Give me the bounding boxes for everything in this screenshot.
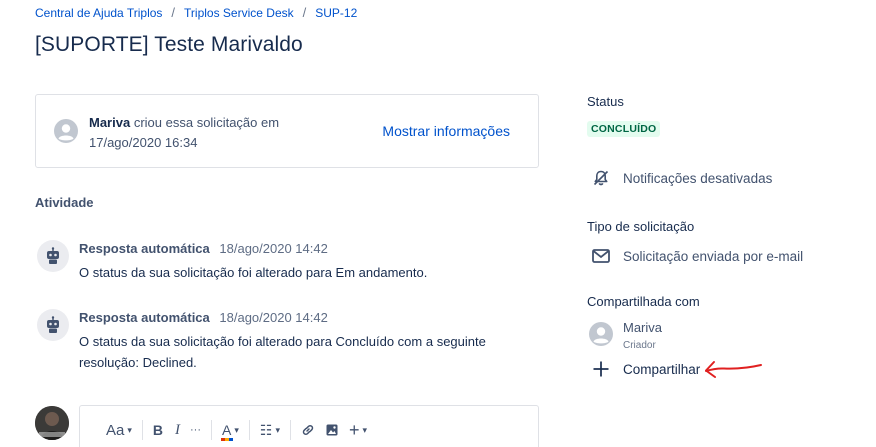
plus-icon <box>591 359 611 379</box>
status-label: Status <box>587 94 624 109</box>
activity-date: 18/ago/2020 14:42 <box>219 241 328 256</box>
plus-icon: + <box>348 419 360 440</box>
bullet-list-icon: ☷ <box>259 421 273 438</box>
bot-avatar-icon <box>37 240 69 272</box>
activity-date: 18/ago/2020 14:42 <box>219 310 328 325</box>
annotation-arrow-icon <box>705 361 762 378</box>
toolbar-divider <box>289 420 291 440</box>
chevron-down-icon: ▾ <box>127 424 132 435</box>
activity-author: Resposta automática <box>79 241 210 256</box>
bot-avatar-icon <box>37 309 69 341</box>
editor-toolbar: Aa ▾ B I ··· A ▾ ☷ ▾ + ▾ <box>106 420 367 441</box>
comment-editor[interactable]: Aa ▾ B I ··· A ▾ ☷ ▾ + ▾ <box>79 405 539 447</box>
creator-name: Mariva <box>89 115 131 130</box>
share-label: Compartilhar <box>623 361 701 377</box>
breadcrumb-separator: / <box>171 5 176 20</box>
request-info-card: Mariva criou essa solicitação em 17/ago/… <box>35 94 539 168</box>
status-badge: CONCLUÍDO <box>587 121 661 137</box>
shared-with-label: Compartilhada com <box>587 294 700 309</box>
image-button[interactable] <box>325 423 339 437</box>
toolbar-divider <box>141 420 143 440</box>
request-type-label: Tipo de solicitação <box>587 219 695 234</box>
breadcrumb-separator: / <box>302 5 307 20</box>
chevron-down-icon: ▾ <box>234 424 239 435</box>
toolbar-divider <box>211 420 213 440</box>
activity-meta: Resposta automática 18/ago/2020 14:42 <box>79 240 328 258</box>
text-color-icon: A <box>221 422 234 441</box>
user-avatar-icon <box>589 322 613 351</box>
breadcrumb: Central de Ajuda Triplos / Triplos Servi… <box>35 5 357 20</box>
activity-body: O status da sua solicitação foi alterado… <box>79 265 428 280</box>
envelope-icon <box>591 246 611 266</box>
link-button[interactable] <box>301 423 315 437</box>
chevron-down-icon: ▾ <box>362 424 368 435</box>
bold-button[interactable]: B <box>153 422 163 438</box>
creator-text: Mariva criou essa solicitação em 17/ago/… <box>89 113 304 153</box>
request-type-row: Solicitação enviada por e-mail <box>591 246 803 266</box>
activity-heading: Atividade <box>35 195 94 210</box>
breadcrumb-issue-key[interactable]: SUP-12 <box>315 6 357 20</box>
breadcrumb-help-center[interactable]: Central de Ajuda Triplos <box>35 6 162 20</box>
current-user-avatar <box>35 406 69 440</box>
request-type-value: Solicitação enviada por e-mail <box>623 248 804 264</box>
shared-user-role: Criador <box>623 340 656 351</box>
activity-body: O status da sua solicitação foi alterado… <box>79 334 486 370</box>
user-avatar-icon <box>54 119 78 148</box>
show-info-link[interactable]: Mostrar informações <box>382 123 510 139</box>
link-icon <box>302 425 314 435</box>
chevron-down-icon: ▾ <box>275 424 280 435</box>
text-color-button[interactable]: A ▾ <box>221 422 239 441</box>
text-style-label: Aa <box>106 421 125 439</box>
share-button[interactable]: Compartilhar <box>591 359 700 379</box>
activity-author: Resposta automática <box>79 310 210 325</box>
toolbar-divider <box>248 420 250 440</box>
page-title: [SUPORTE] Teste Marivaldo <box>35 33 303 56</box>
bell-off-icon <box>591 168 611 188</box>
image-icon <box>326 424 338 436</box>
text-style-button[interactable]: Aa ▾ <box>106 422 132 439</box>
more-formatting-button[interactable]: ··· <box>190 424 201 436</box>
breadcrumb-service-desk[interactable]: Triplos Service Desk <box>184 6 294 20</box>
activity-meta: Resposta automática 18/ago/2020 14:42 <box>79 309 328 327</box>
notifications-label: Notificações desativadas <box>623 170 773 186</box>
insert-button[interactable]: + ▾ <box>349 420 367 441</box>
notifications-toggle[interactable]: Notificações desativadas <box>591 168 772 188</box>
list-button[interactable]: ☷ ▾ <box>260 422 280 439</box>
shared-user-name: Mariva <box>623 320 663 335</box>
italic-button[interactable]: I <box>175 422 180 439</box>
